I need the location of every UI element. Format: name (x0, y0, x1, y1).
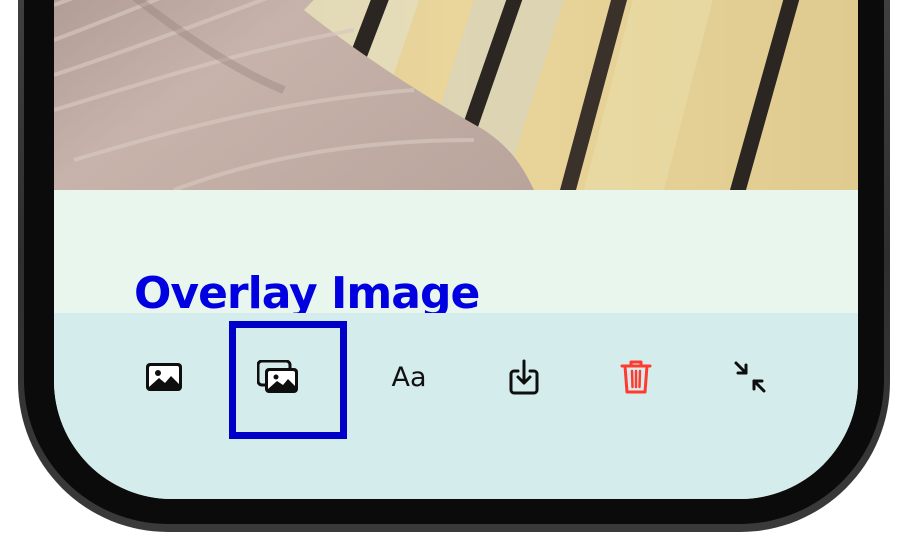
photo-stack-icon (257, 360, 298, 393)
caption-band: Overlay Image (54, 190, 858, 319)
collapse-arrows-icon (734, 361, 766, 393)
trash-icon (620, 360, 652, 394)
download-icon (509, 359, 539, 395)
overlay-image-button[interactable] (254, 353, 302, 401)
text-button[interactable]: Aa (385, 353, 433, 401)
photo-icon (146, 363, 182, 391)
save-button[interactable] (500, 353, 548, 401)
photo-preview[interactable] (54, 0, 858, 190)
text-format-icon: Aa (391, 361, 427, 393)
photo-image (54, 0, 858, 190)
delete-button[interactable] (612, 353, 660, 401)
bottom-toolbar: Aa (54, 313, 858, 499)
collapse-button[interactable] (726, 353, 774, 401)
caption-title: Overlay Image (134, 268, 480, 319)
phone-screen: Overlay Image Aa (54, 0, 858, 499)
screenshot-stage: Overlay Image Aa (0, 0, 912, 535)
image-button[interactable] (140, 353, 188, 401)
